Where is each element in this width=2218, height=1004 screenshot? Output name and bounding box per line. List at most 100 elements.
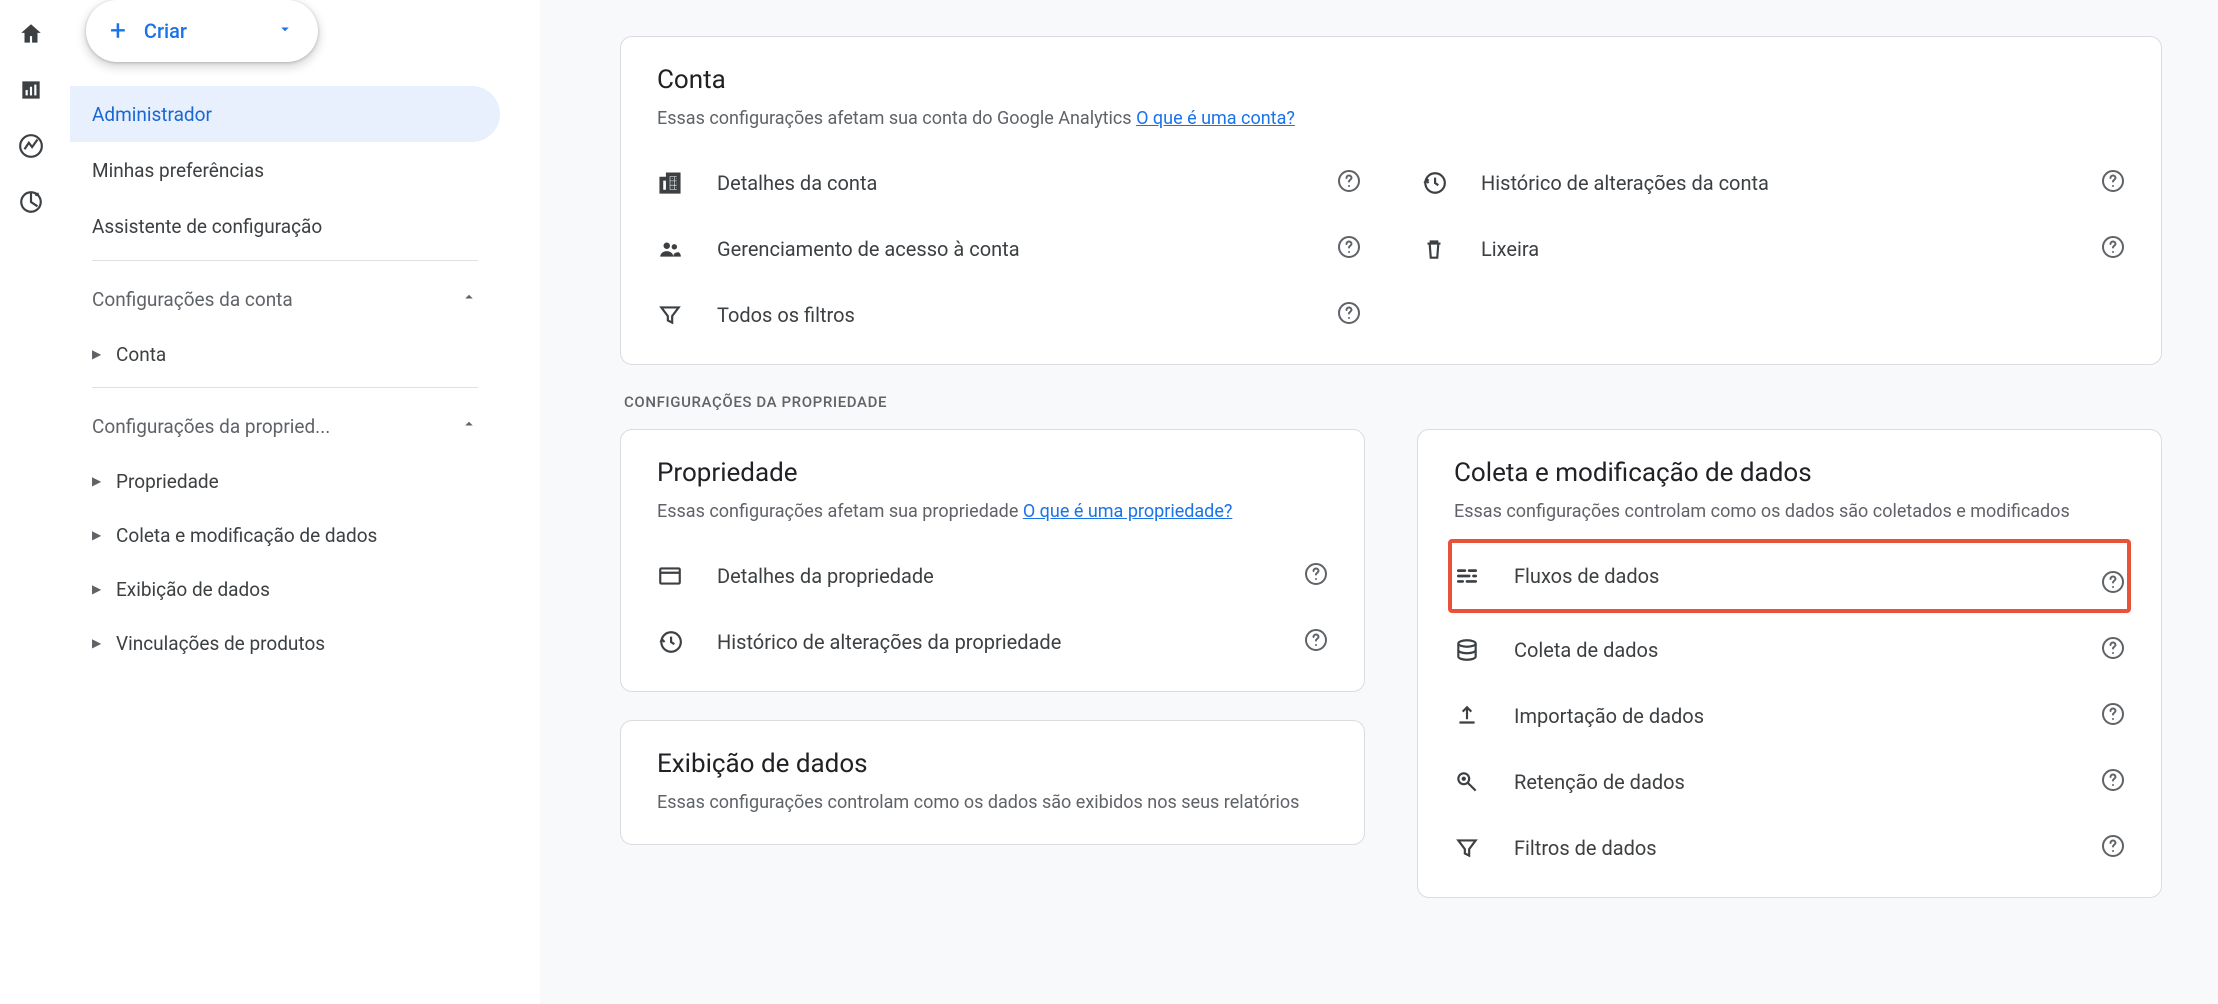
help-icon[interactable]: [2101, 768, 2125, 796]
building-icon: [657, 170, 717, 196]
row-data-retention[interactable]: Retenção de dados: [1454, 749, 2125, 815]
row-label: Lixeira: [1481, 237, 2101, 261]
section-account-label: Configurações da conta: [92, 288, 293, 311]
chevron-right-icon: ▶: [92, 636, 116, 650]
account-sub-text: Essas configurações afetam sua conta do …: [657, 108, 1136, 129]
highlight-annotation: Fluxos de dados: [1448, 539, 2131, 613]
advertising-icon[interactable]: [17, 188, 45, 216]
upload-icon: [1454, 703, 1514, 729]
account-sub-link[interactable]: O que é uma conta?: [1136, 108, 1295, 129]
row-label: Histórico de alterações da conta: [1481, 171, 2101, 195]
data-collection-card: Coleta e modificação de dados Essas conf…: [1417, 429, 2162, 898]
sidebar-item-coleta[interactable]: ▶ Coleta e modificação de dados: [70, 508, 500, 562]
history-icon: [657, 629, 717, 655]
section-property-label: Configurações da propried...: [92, 415, 330, 438]
row-account-access[interactable]: Gerenciamento de acesso à conta: [657, 216, 1361, 282]
explore-icon[interactable]: [17, 132, 45, 160]
data-display-card: Exibição de dados Essas configurações co…: [620, 720, 1365, 845]
row-label: Histórico de alterações da propriedade: [717, 630, 1304, 654]
help-icon[interactable]: [2101, 702, 2125, 730]
create-button[interactable]: + Criar: [86, 0, 318, 62]
filter-icon: [1454, 835, 1514, 861]
retention-icon: [1454, 769, 1514, 795]
history-icon: [1421, 170, 1481, 196]
help-icon[interactable]: [2101, 235, 2125, 263]
sidebar-item-exibicao[interactable]: ▶ Exibição de dados: [70, 562, 500, 616]
row-all-filters[interactable]: Todos os filtros: [657, 282, 1361, 348]
home-icon[interactable]: [17, 20, 45, 48]
sidebar-item-propriedade[interactable]: ▶ Propriedade: [70, 454, 500, 508]
dropdown-icon: [276, 20, 294, 42]
chevron-right-icon: ▶: [92, 528, 116, 542]
sidebar-item-conta[interactable]: ▶ Conta: [70, 327, 500, 381]
help-icon[interactable]: [1337, 235, 1361, 263]
row-data-streams[interactable]: Fluxos de dados: [1454, 543, 2125, 609]
property-card-title: Propriedade: [657, 458, 1328, 488]
nav-admin-label: Administrador: [92, 103, 212, 126]
row-data-import[interactable]: Importação de dados: [1454, 683, 2125, 749]
nav-prefs-label: Minhas preferências: [92, 159, 264, 182]
admin-sidebar: + Criar Administrador Minhas preferência…: [62, 0, 540, 1004]
create-button-label: Criar: [144, 19, 187, 43]
help-icon[interactable]: [2101, 636, 2125, 664]
plus-icon: +: [110, 17, 126, 45]
sidebar-item-vinculacoes[interactable]: ▶ Vinculações de produtos: [70, 616, 500, 670]
row-account-details[interactable]: Detalhes da conta: [657, 150, 1361, 216]
row-label: Fluxos de dados: [1514, 564, 2125, 588]
chevron-up-icon: [460, 415, 478, 438]
property-sub-text: Essas configurações afetam sua proprieda…: [657, 501, 1023, 522]
help-icon[interactable]: [1304, 562, 1328, 590]
row-data-collection[interactable]: Coleta de dados: [1454, 617, 2125, 683]
row-label: Coleta de dados: [1514, 638, 2101, 662]
chevron-right-icon: ▶: [92, 582, 116, 596]
section-property-settings[interactable]: Configurações da propried...: [70, 398, 500, 454]
row-account-history[interactable]: Histórico de alterações da conta: [1421, 150, 2125, 216]
nav-setup-assistant[interactable]: Assistente de configuração: [70, 198, 500, 254]
data-streams-icon: [1454, 563, 1514, 589]
display-card-subtitle: Essas configurações controlam como os da…: [657, 789, 1328, 816]
row-label: Detalhes da conta: [717, 171, 1337, 195]
nav-assistant-label: Assistente de configuração: [92, 215, 322, 238]
nav-preferences[interactable]: Minhas preferências: [70, 142, 500, 198]
chevron-right-icon: ▶: [92, 347, 116, 361]
sidebar-vinculacoes-label: Vinculações de produtos: [116, 632, 325, 655]
row-label: Todos os filtros: [717, 303, 1337, 327]
help-icon[interactable]: [2101, 169, 2125, 197]
help-icon[interactable]: [2101, 834, 2125, 862]
row-data-filters[interactable]: Filtros de dados: [1454, 815, 2125, 881]
nav-administrator[interactable]: Administrador: [70, 86, 500, 142]
data-card-subtitle: Essas configurações controlam como os da…: [1454, 498, 2125, 525]
row-property-details[interactable]: Detalhes da propriedade: [657, 543, 1328, 609]
left-icon-rail: [0, 0, 62, 1004]
property-card: Propriedade Essas configurações afetam s…: [620, 429, 1365, 692]
property-section-label: CONFIGURAÇÕES DA PROPRIEDADE: [624, 393, 2162, 411]
row-property-history[interactable]: Histórico de alterações da propriedade: [657, 609, 1328, 675]
trash-icon: [1421, 236, 1481, 262]
help-icon[interactable]: [1337, 301, 1361, 329]
property-sub-link[interactable]: O que é uma propriedade?: [1023, 501, 1233, 522]
display-card-title: Exibição de dados: [657, 749, 1328, 779]
help-icon[interactable]: [2101, 570, 2125, 598]
chevron-right-icon: ▶: [92, 474, 116, 488]
help-icon[interactable]: [1337, 169, 1361, 197]
row-label: Importação de dados: [1514, 704, 2101, 728]
account-card: Conta Essas configurações afetam sua con…: [620, 36, 2162, 365]
row-trash[interactable]: Lixeira: [1421, 216, 2125, 282]
reports-icon[interactable]: [17, 76, 45, 104]
help-icon[interactable]: [1304, 628, 1328, 656]
row-label: Detalhes da propriedade: [717, 564, 1304, 588]
sidebar-coleta-label: Coleta e modificação de dados: [116, 524, 377, 547]
account-card-subtitle: Essas configurações afetam sua conta do …: [657, 105, 2125, 132]
sidebar-propriedade-label: Propriedade: [116, 470, 219, 493]
account-card-title: Conta: [657, 65, 2125, 95]
webpage-icon: [657, 563, 717, 589]
row-label: Filtros de dados: [1514, 836, 2101, 860]
people-icon: [657, 236, 717, 262]
property-card-subtitle: Essas configurações afetam sua proprieda…: [657, 498, 1328, 525]
row-label: Gerenciamento de acesso à conta: [717, 237, 1337, 261]
chevron-up-icon: [460, 288, 478, 311]
sidebar-conta-label: Conta: [116, 343, 166, 366]
section-account-settings[interactable]: Configurações da conta: [70, 271, 500, 327]
sidebar-exibicao-label: Exibição de dados: [116, 578, 270, 601]
data-card-title: Coleta e modificação de dados: [1454, 458, 2125, 488]
